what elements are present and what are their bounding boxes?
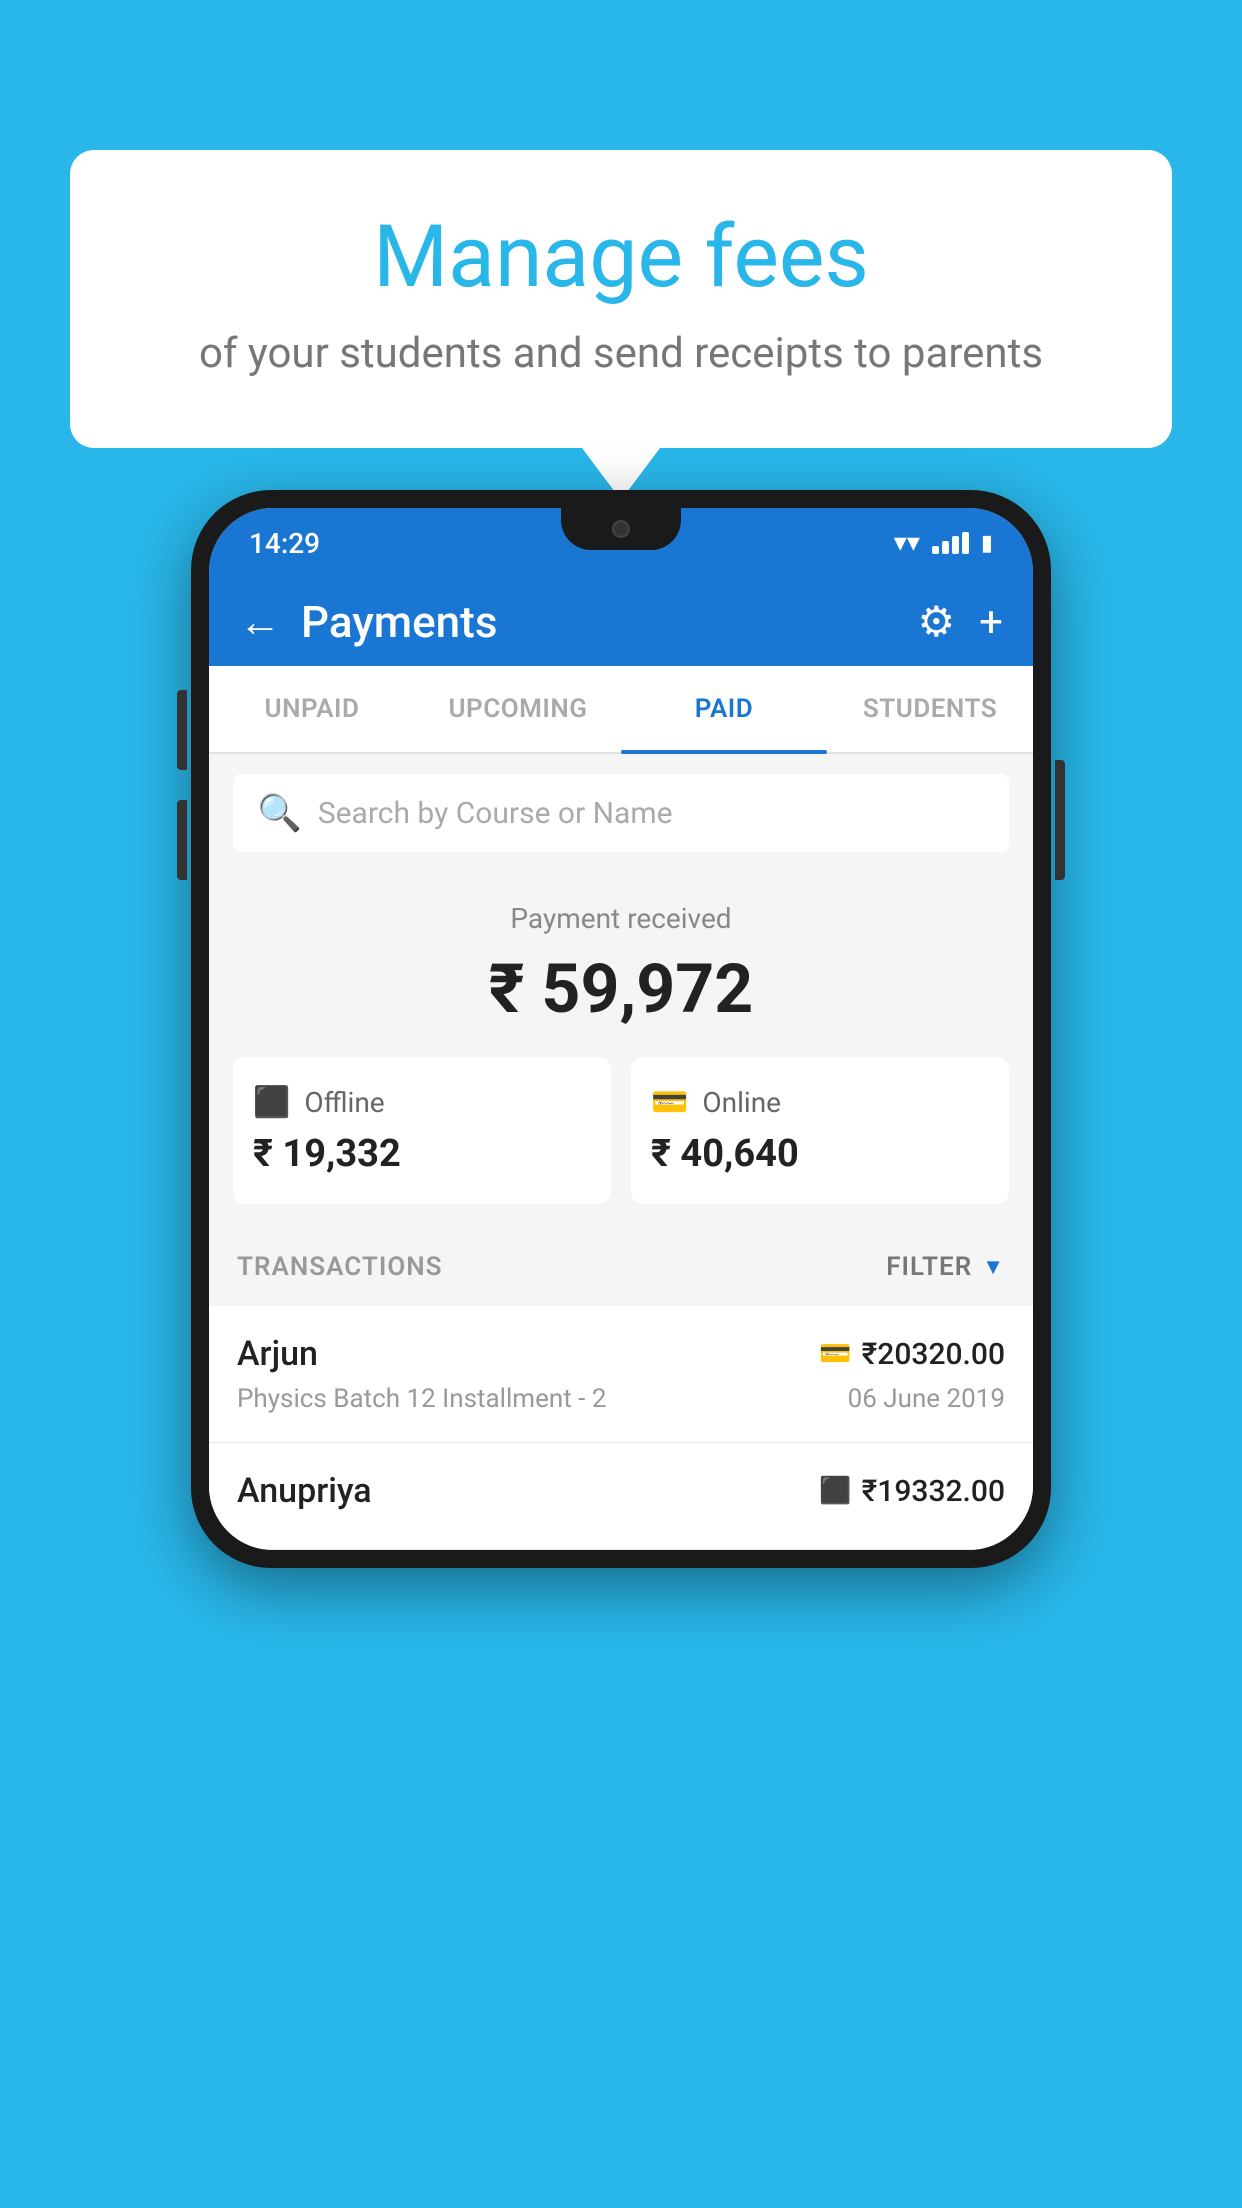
total-payment-amount: ₹ 59,972 — [233, 949, 1009, 1029]
online-icon: 💳 — [651, 1085, 688, 1120]
status-icons: ▾▾ ▮ — [894, 528, 993, 558]
payment-type-icon: 💳 — [819, 1339, 851, 1369]
header-actions: ⚙ + — [918, 597, 1004, 647]
notch — [561, 508, 681, 550]
back-button[interactable]: ← — [239, 598, 281, 647]
tab-upcoming[interactable]: UPCOMING — [415, 666, 621, 752]
transactions-label: TRANSACTIONS — [237, 1252, 443, 1282]
tab-unpaid[interactable]: UNPAID — [209, 666, 415, 752]
search-container: 🔍 Search by Course or Name — [209, 754, 1033, 872]
transaction-top: Anupriya ⬛ ₹19332.00 — [237, 1471, 1005, 1511]
amount-value: ₹20320.00 — [862, 1337, 1005, 1372]
transaction-date: 06 June 2019 — [848, 1384, 1005, 1414]
phone-body: 14:29 ▾▾ ▮ ← Paym — [191, 490, 1051, 1568]
add-icon[interactable]: + — [979, 598, 1003, 647]
status-bar: 14:29 ▾▾ ▮ — [209, 508, 1033, 578]
offline-icon: ⬛ — [253, 1085, 290, 1120]
online-payment-card: 💳 Online ₹ 40,640 — [631, 1057, 1009, 1204]
battery-icon: ▮ — [981, 531, 993, 556]
course-info: Physics Batch 12 Installment - 2 — [237, 1384, 606, 1414]
transaction-row[interactable]: Arjun 💳 ₹20320.00 Physics Batch 12 Insta… — [209, 1306, 1033, 1443]
tab-paid[interactable]: PAID — [621, 666, 827, 752]
online-label: Online — [702, 1086, 781, 1119]
transaction-amount: 💳 ₹20320.00 — [819, 1337, 1005, 1372]
volume-up-button[interactable] — [177, 690, 187, 770]
volume-down-button[interactable] — [177, 800, 187, 880]
filter-button[interactable]: FILTER ▼ — [886, 1252, 1005, 1282]
online-amount: ₹ 40,640 — [651, 1132, 989, 1176]
app-header: ← Payments ⚙ + — [209, 578, 1033, 666]
payment-summary: Payment received ₹ 59,972 ⬛ Offline ₹ 19… — [209, 872, 1033, 1228]
tab-students[interactable]: STUDENTS — [827, 666, 1033, 752]
speech-bubble: Manage fees of your students and send re… — [70, 150, 1172, 448]
manage-fees-subtitle: of your students and send receipts to pa… — [150, 329, 1092, 378]
page-title: Payments — [301, 596, 898, 648]
offline-amount: ₹ 19,332 — [253, 1132, 591, 1176]
transaction-amount: ⬛ ₹19332.00 — [819, 1474, 1005, 1509]
amount-value: ₹19332.00 — [862, 1474, 1005, 1509]
offline-card-header: ⬛ Offline — [253, 1085, 591, 1120]
status-time: 14:29 — [249, 527, 320, 560]
power-button[interactable] — [1055, 760, 1065, 880]
transaction-top: Arjun 💳 ₹20320.00 — [237, 1334, 1005, 1374]
student-name: Anupriya — [237, 1471, 372, 1511]
offline-label: Offline — [304, 1086, 384, 1119]
settings-icon[interactable]: ⚙ — [918, 597, 956, 647]
payment-type-icon: ⬛ — [819, 1476, 851, 1506]
filter-icon: ▼ — [982, 1254, 1005, 1280]
phone-screen: 14:29 ▾▾ ▮ ← Paym — [209, 508, 1033, 1550]
manage-fees-title: Manage fees — [150, 210, 1092, 305]
transactions-header: TRANSACTIONS FILTER ▼ — [209, 1228, 1033, 1306]
wifi-icon: ▾▾ — [894, 528, 920, 558]
speech-bubble-container: Manage fees of your students and send re… — [70, 150, 1172, 448]
phone-frame: 14:29 ▾▾ ▮ ← Paym — [191, 490, 1051, 1568]
camera — [612, 520, 630, 538]
signal-icon — [932, 532, 969, 554]
student-name: Arjun — [237, 1334, 318, 1374]
search-bar[interactable]: 🔍 Search by Course or Name — [233, 774, 1009, 852]
tabs-bar: UNPAID UPCOMING PAID STUDENTS — [209, 666, 1033, 754]
filter-label: FILTER — [886, 1252, 972, 1282]
online-card-header: 💳 Online — [651, 1085, 989, 1120]
payment-cards: ⬛ Offline ₹ 19,332 💳 Online ₹ 40,640 — [233, 1057, 1009, 1204]
search-icon: 🔍 — [257, 792, 302, 834]
search-input[interactable]: Search by Course or Name — [318, 796, 673, 831]
payment-received-label: Payment received — [233, 902, 1009, 935]
transaction-row[interactable]: Anupriya ⬛ ₹19332.00 — [209, 1443, 1033, 1550]
offline-payment-card: ⬛ Offline ₹ 19,332 — [233, 1057, 611, 1204]
transaction-bottom: Physics Batch 12 Installment - 2 06 June… — [237, 1384, 1005, 1414]
